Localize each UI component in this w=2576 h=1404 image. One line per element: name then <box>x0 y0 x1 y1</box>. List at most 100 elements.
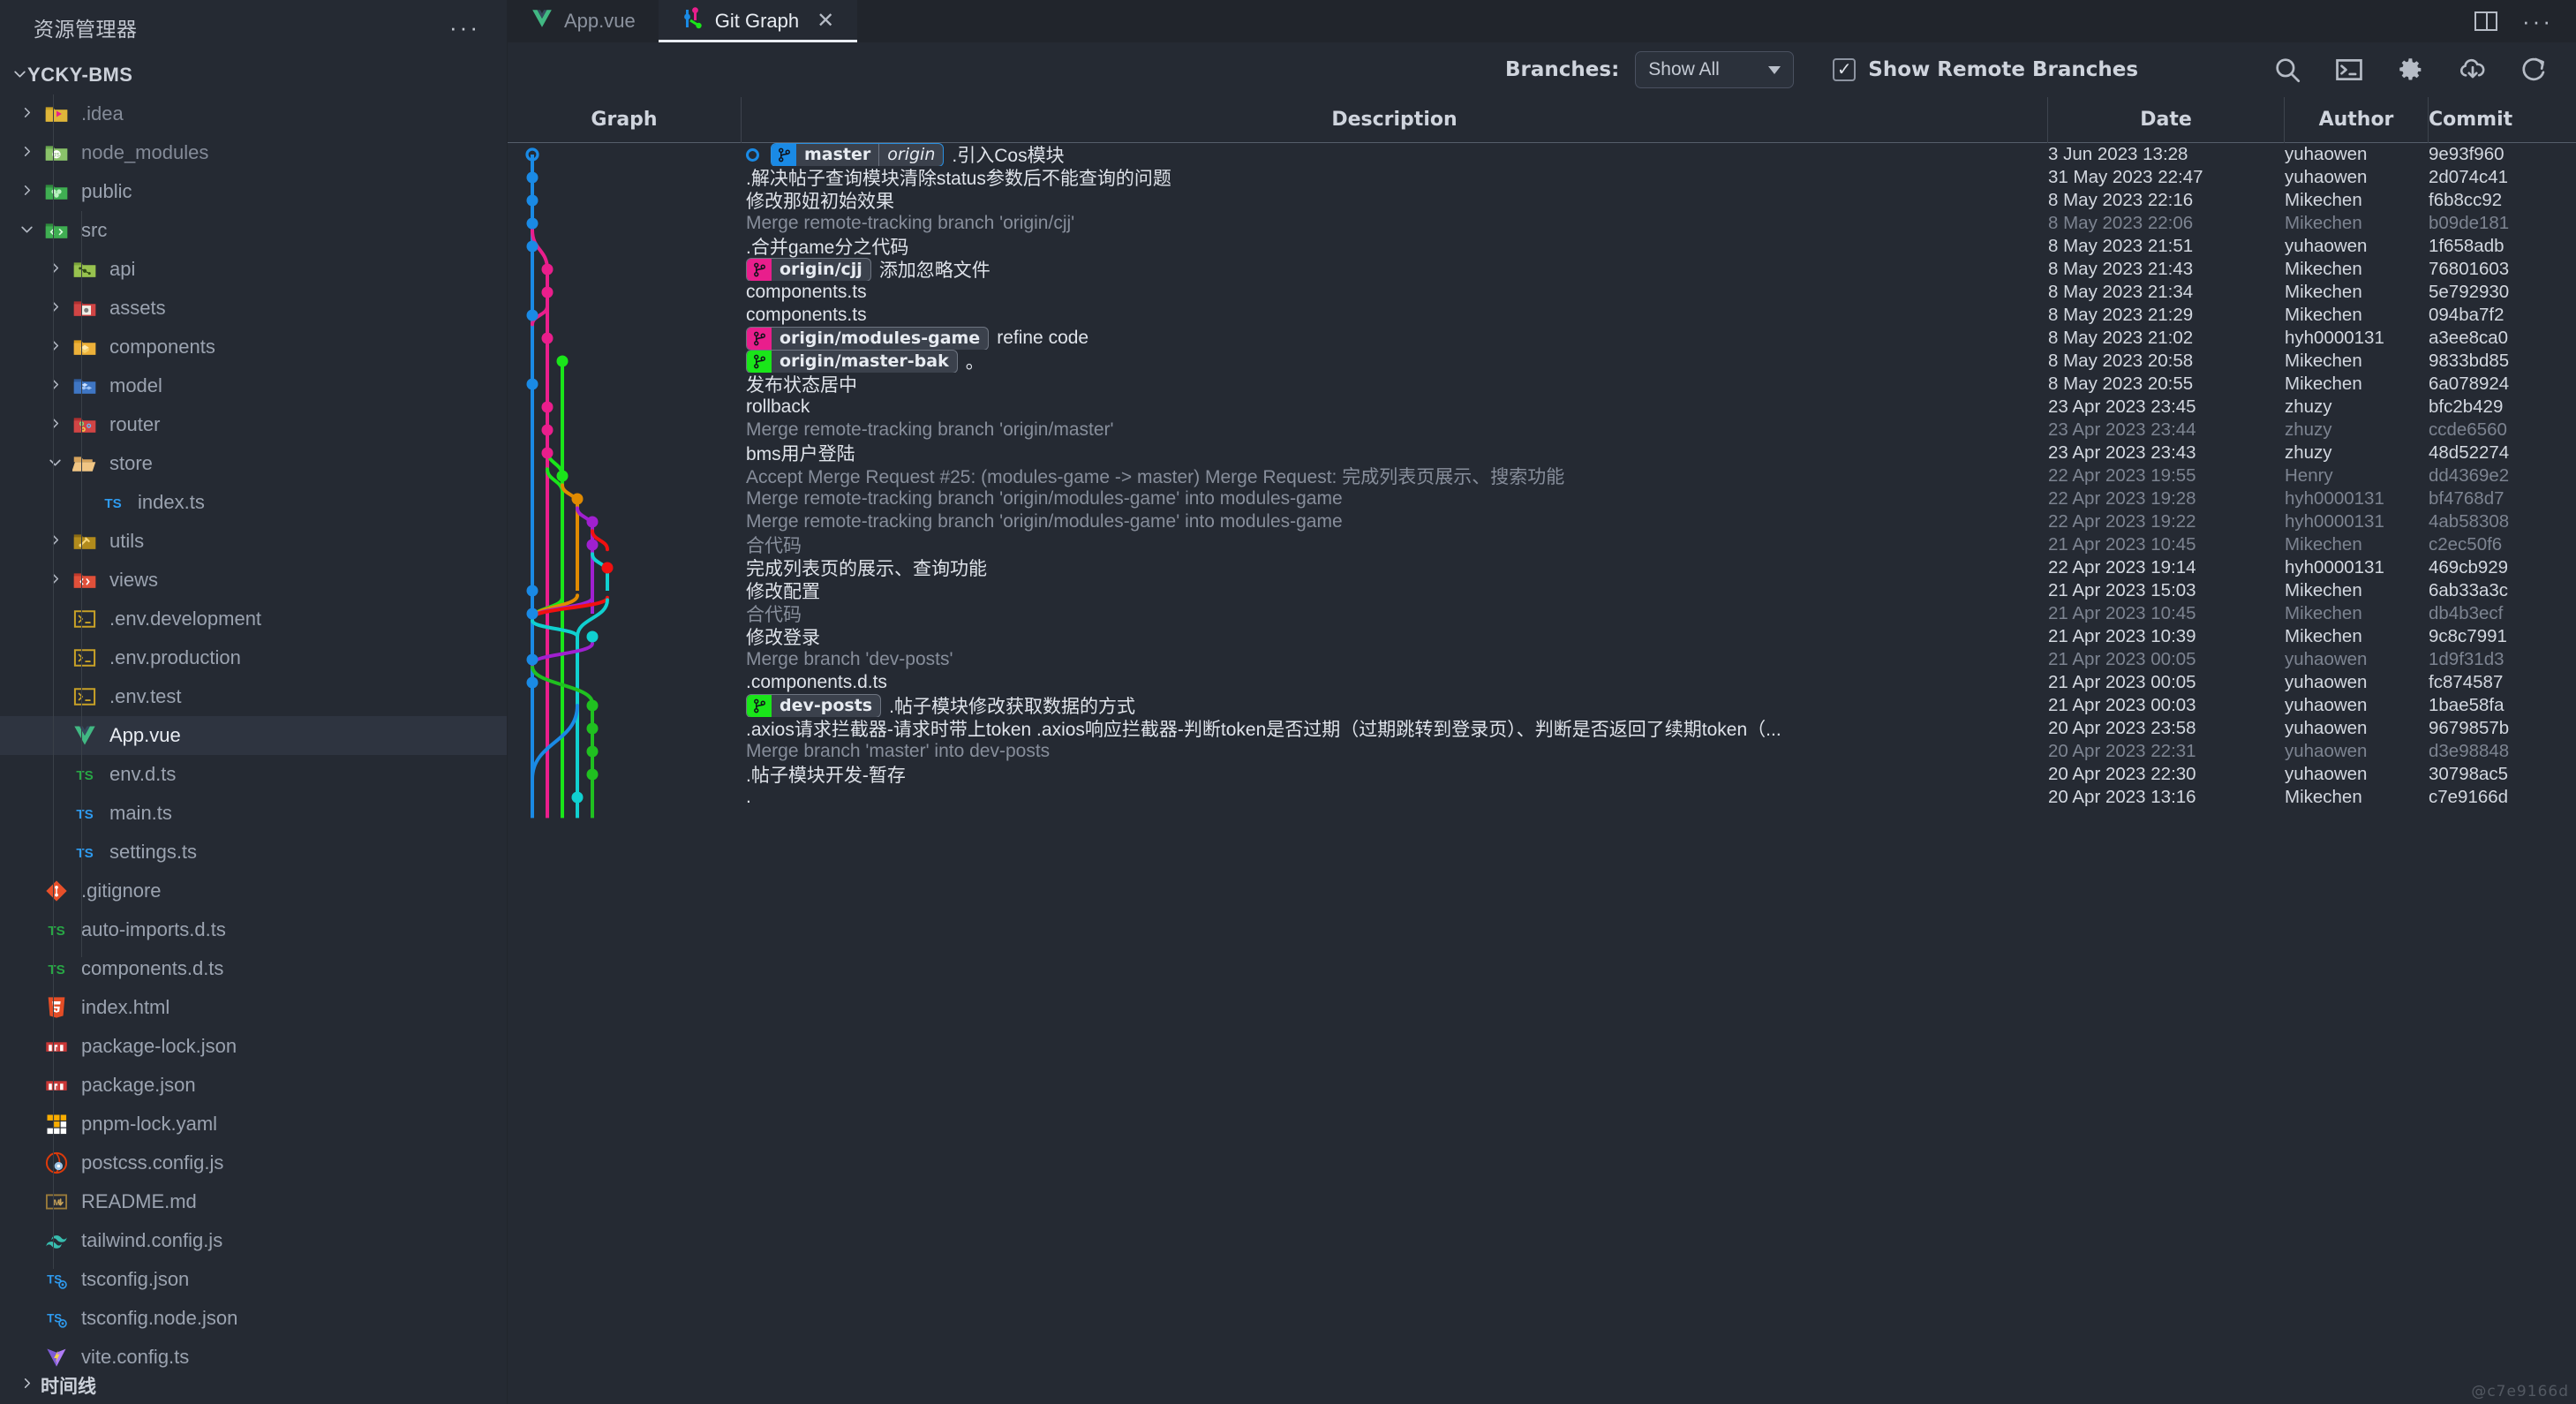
description-cell[interactable]: 发布状态居中 <box>742 373 2048 396</box>
description-cell[interactable]: .axios请求拦截器-请求时带上token .axios响应拦截器-判断tok… <box>742 717 2048 740</box>
description-cell[interactable]: 修改那妞初始效果 <box>742 189 2048 212</box>
chevron-right-icon[interactable] <box>41 533 69 549</box>
chevron-right-icon[interactable] <box>41 261 69 277</box>
chevron-down-icon[interactable] <box>41 455 69 472</box>
table-row[interactable]: origin/modules-game refine code 8 May 2023… <box>508 327 2576 350</box>
description-cell[interactable]: .解决帖子查询模块清除status参数后不能查询的问题 <box>742 166 2048 189</box>
chevron-right-icon[interactable] <box>12 145 41 161</box>
refresh-icon[interactable] <box>2520 55 2550 85</box>
table-row[interactable]: components.ts 8 May 2023 21:34 Mikechen 5e7… <box>508 281 2576 304</box>
sidebar-item-node-modules[interactable]: JS node_modules <box>0 133 507 172</box>
chevron-right-icon[interactable] <box>12 184 41 200</box>
table-row[interactable]: .帖子模块开发-暂存 20 Apr 2023 22:30 yuhaowen 30798… <box>508 763 2576 786</box>
description-cell[interactable]: bms用户登陆 <box>742 442 2048 464</box>
sidebar-item-idea[interactable]: .idea <box>0 94 507 133</box>
sidebar-item-tailwind-config-js[interactable]: tailwind.config.js <box>0 1221 507 1260</box>
sidebar-item-gitignore[interactable]: .gitignore <box>0 872 507 910</box>
checkbox-icon[interactable]: ✓ <box>1833 58 1857 81</box>
search-icon[interactable] <box>2272 55 2302 85</box>
description-cell[interactable]: .合并game分之代码 <box>742 235 2048 258</box>
chevron-right-icon[interactable] <box>41 417 69 433</box>
sidebar-item-router[interactable]: router <box>0 405 507 444</box>
sidebar-item-package-lock-json[interactable]: package-lock.json <box>0 1027 507 1066</box>
header-date[interactable]: Date <box>2048 97 2285 143</box>
branch-ref-badge[interactable]: origin/master-bak <box>746 350 958 373</box>
description-cell[interactable]: origin/modules-game refine code <box>742 327 2048 350</box>
sidebar-item-tsconfig-json[interactable]: TS tsconfig.json <box>0 1260 507 1299</box>
explorer-more-icon[interactable]: ··· <box>449 16 480 39</box>
description-cell[interactable]: dev-posts .帖子模块修改获取数据的方式 <box>742 694 2048 717</box>
sidebar-item-pnpm-lock-yaml[interactable]: pnpm-lock.yaml <box>0 1105 507 1144</box>
more-actions-icon[interactable]: ··· <box>2522 10 2553 33</box>
sidebar-root-folder[interactable]: YCKY-BMS <box>0 55 507 94</box>
terminal-icon[interactable] <box>2334 55 2364 85</box>
chevron-right-icon[interactable] <box>12 106 41 122</box>
header-graph[interactable]: Graph <box>508 97 742 143</box>
sidebar-item-app-vue[interactable]: App.vue <box>0 716 507 755</box>
header-author[interactable]: Author <box>2285 97 2429 143</box>
sidebar-item-index-ts[interactable]: TS index.ts <box>0 483 507 522</box>
sidebar-item-main-ts[interactable]: TS main.ts <box>0 794 507 833</box>
table-row[interactable]: Merge remote-tracking branch 'origin/mod… <box>508 487 2576 510</box>
chevron-right-icon[interactable] <box>41 300 69 316</box>
table-row[interactable]: 修改配置 21 Apr 2023 15:03 Mikechen 6ab33a3c <box>508 579 2576 602</box>
table-row[interactable]: 合代码 21 Apr 2023 10:45 Mikechen c2ec50f6 <box>508 533 2576 556</box>
branch-ref-badge[interactable]: origin/cjj <box>746 258 871 281</box>
description-cell[interactable]: components.ts <box>742 281 2048 304</box>
table-row[interactable]: . 20 Apr 2023 13:16 Mikechen c7e9166d <box>508 786 2576 809</box>
chevron-down-icon[interactable] <box>12 222 41 239</box>
branch-ref-badge[interactable]: master origin <box>771 143 945 166</box>
sidebar-item-store[interactable]: store <box>0 444 507 483</box>
table-row[interactable]: 完成列表页的展示、查询功能 22 Apr 2023 19:14 hyh0000131… <box>508 556 2576 579</box>
close-icon[interactable]: ✕ <box>817 11 834 32</box>
sidebar-item-public[interactable]: public <box>0 172 507 211</box>
description-cell[interactable]: origin/master-bak 。 <box>742 350 2048 373</box>
sidebar-item-components[interactable]: components <box>0 328 507 366</box>
sidebar-item-api[interactable]: api <box>0 250 507 289</box>
header-commit[interactable]: Commit <box>2429 97 2512 143</box>
description-cell[interactable]: master origin .引入Cos模块 <box>742 143 2048 166</box>
table-row[interactable]: .合并game分之代码 8 May 2023 21:51 yuhaowen 1f658… <box>508 235 2576 258</box>
description-cell[interactable]: 合代码 <box>742 533 2048 556</box>
table-row[interactable]: .解决帖子查询模块清除status参数后不能查询的问题 31 May 2023 2… <box>508 166 2576 189</box>
tab-git-graph[interactable]: Git Graph ✕ <box>658 0 858 42</box>
table-row[interactable]: Merge branch 'master' into dev-posts 20 A… <box>508 740 2576 763</box>
sidebar-item-env-development[interactable]: .env.development <box>0 600 507 638</box>
description-cell[interactable]: .components.d.ts <box>742 671 2048 694</box>
sidebar-item-timeline[interactable]: 时间线 <box>0 1367 507 1404</box>
description-cell[interactable]: . <box>742 786 2048 809</box>
sidebar-item-utils[interactable]: utils <box>0 522 507 561</box>
chevron-right-icon[interactable] <box>41 378 69 394</box>
gear-icon[interactable] <box>2396 55 2426 85</box>
branch-select[interactable]: Show All <box>1635 51 1795 88</box>
sidebar-item-env-d-ts[interactable]: TS env.d.ts <box>0 755 507 794</box>
table-row[interactable]: Accept Merge Request #25: (modules-game … <box>508 464 2576 487</box>
sidebar-item-readme-md[interactable]: M README.md <box>0 1182 507 1221</box>
description-cell[interactable]: Merge remote-tracking branch 'origin/cjj… <box>742 212 2048 235</box>
description-cell[interactable]: 合代码 <box>742 602 2048 625</box>
table-row[interactable]: .components.d.ts 21 Apr 2023 00:05 yuhaowe… <box>508 671 2576 694</box>
description-cell[interactable]: origin/cjj 添加忽略文件 <box>742 258 2048 281</box>
sidebar-item-env-production[interactable]: .env.production <box>0 638 507 677</box>
table-row[interactable]: 合代码 21 Apr 2023 10:45 Mikechen db4b3ecf <box>508 602 2576 625</box>
chevron-right-icon[interactable] <box>41 572 69 588</box>
table-row[interactable]: dev-posts .帖子模块修改获取数据的方式 21 Apr 2023 00:03… <box>508 694 2576 717</box>
table-row[interactable]: origin/master-bak 。 8 May 2023 20:58 Mikech… <box>508 350 2576 373</box>
table-row[interactable]: 修改登录 21 Apr 2023 10:39 Mikechen 9c8c7991 <box>508 625 2576 648</box>
table-row[interactable]: Merge remote-tracking branch 'origin/cjj… <box>508 212 2576 235</box>
show-remote-branches-toggle[interactable]: ✓ Show Remote Branches <box>1833 58 2138 81</box>
table-row[interactable]: rollback 23 Apr 2023 23:45 zhuzy bfc2b429 <box>508 396 2576 419</box>
sidebar-item-model[interactable]: model <box>0 366 507 405</box>
description-cell[interactable]: components.ts <box>742 304 2048 327</box>
description-cell[interactable]: Merge branch 'dev-posts' <box>742 648 2048 671</box>
table-row[interactable]: Merge remote-tracking branch 'origin/mas… <box>508 419 2576 442</box>
sidebar-item-components-d-ts[interactable]: TS components.d.ts <box>0 949 507 988</box>
table-row[interactable]: .axios请求拦截器-请求时带上token .axios响应拦截器-判断tok… <box>508 717 2576 740</box>
description-cell[interactable]: .帖子模块开发-暂存 <box>742 763 2048 786</box>
sidebar-item-src[interactable]: src <box>0 211 507 250</box>
sidebar-item-settings-ts[interactable]: TS settings.ts <box>0 833 507 872</box>
description-cell[interactable]: 完成列表页的展示、查询功能 <box>742 556 2048 579</box>
description-cell[interactable]: Merge remote-tracking branch 'origin/mod… <box>742 487 2048 510</box>
table-row[interactable]: 发布状态居中 8 May 2023 20:55 Mikechen 6a078924 <box>508 373 2576 396</box>
sidebar-item-package-json[interactable]: package.json <box>0 1066 507 1105</box>
